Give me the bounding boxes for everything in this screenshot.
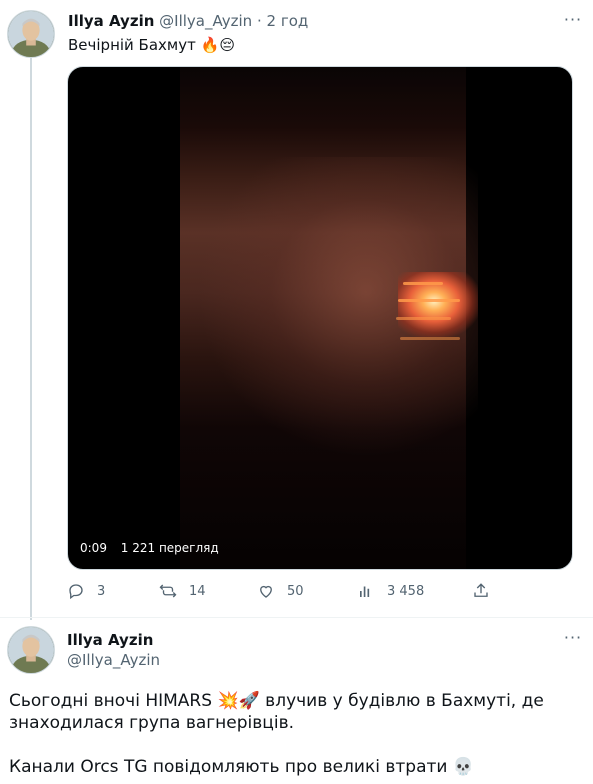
like-button[interactable]: 50 [257,582,304,600]
avatar[interactable] [7,10,55,58]
fire-streak [400,337,460,340]
tweet-header: Illya Ayzin @Illya_Ayzin · 2 год [68,12,308,30]
author-name[interactable]: Illya Ayzin [67,631,160,649]
views-icon [360,586,370,597]
tweet-text-line: Канали Orcs TG повідомляють про великі в… [9,756,584,778]
tweet-text-segment: Сьогодні вночі HIMARS [9,691,218,711]
video-views: 1 221 перегляд [120,541,219,555]
reply-button[interactable]: 3 [67,582,105,600]
views-button[interactable]: 3 458 [357,582,424,600]
author-handle[interactable]: @Illya_Ayzin [159,12,252,30]
video-player[interactable]: 0:09 1 221 перегляд [67,66,573,570]
thread-connector-line [30,58,32,620]
action-bar: 3 14 50 3 458 [67,582,497,604]
tweet-divider [0,617,593,618]
share-icon [474,583,488,597]
reply-icon [69,584,83,600]
fire-streak [398,299,460,302]
author-name[interactable]: Illya Ayzin [68,12,154,30]
separator-dot: · [256,12,262,30]
tweet-emojis: 💀 [452,757,475,777]
like-count: 50 [287,583,304,599]
avatar[interactable] [7,626,55,674]
heart-icon [260,585,272,598]
video-duration: 0:09 [80,541,107,555]
retweet-count: 14 [189,583,206,599]
tweet-emojis: 🔥😔 [200,36,235,54]
more-icon[interactable]: ··· [563,628,583,648]
fire-streak [396,317,451,320]
author-handle[interactable]: @Illya_Ayzin [67,651,160,669]
fire-streak [403,282,443,285]
tweet-timestamp[interactable]: 2 год [267,12,309,30]
video-info: 0:09 1 221 перегляд [80,541,229,555]
tweet-text-segment: Канали Orcs TG повідомляють про великі в… [9,757,453,777]
tweet-emojis: 💥🚀 [217,691,260,711]
tweet-header: Illya Ayzin @Illya_Ayzin [67,631,160,669]
tweet-text: Сьогодні вночі HIMARS 💥🚀 влучив у будівл… [9,690,584,778]
retweet-button[interactable]: 14 [159,582,206,600]
tweet-text-content: Вечірній Бахмут [68,36,196,54]
reply-count: 3 [97,583,106,599]
tweet-text-line: Сьогодні вночі HIMARS 💥🚀 влучив у будівл… [9,690,584,712]
views-count: 3 458 [387,583,425,599]
tweet-text-segment: влучив у будівлю в Бахмуті, де [259,691,544,711]
tweet-text-line: знаходилася група вагнерівців. [9,713,295,733]
more-icon[interactable]: ··· [563,10,583,30]
tweet-text: Вечірній Бахмут 🔥😔 [68,36,235,54]
retweet-icon [159,584,177,598]
share-button[interactable] [472,582,502,600]
